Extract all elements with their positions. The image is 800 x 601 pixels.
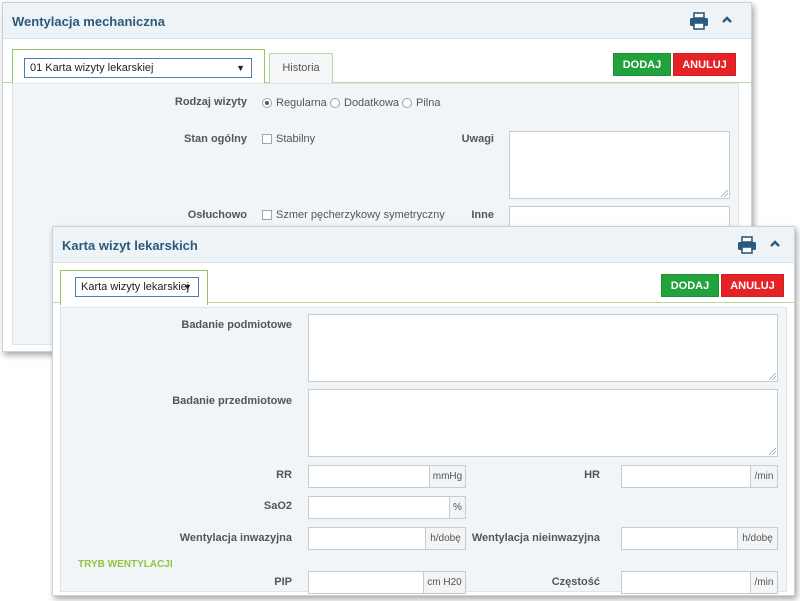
notes-textarea[interactable] — [509, 131, 730, 199]
hr-input[interactable]: /min — [621, 465, 778, 488]
radio-additional[interactable] — [330, 98, 340, 108]
noninvasive-ventilation-unit: h/dobę — [737, 528, 777, 549]
pip-unit: cm H20 — [423, 572, 465, 593]
printer-icon[interactable] — [737, 236, 757, 254]
back-form-select-value: 01 Karta wizyty lekarskiej — [30, 62, 154, 74]
subjective-exam-label: Badanie podmiotowe — [181, 319, 292, 331]
notes-label: Uwagi — [461, 133, 494, 145]
stable-checkbox-label: Stabilny — [276, 133, 316, 145]
vesicular-murmur-checkbox[interactable] — [262, 210, 272, 220]
frequency-label: Częstość — [551, 576, 600, 588]
radio-urgent-label: Pilna — [416, 97, 441, 109]
radio-regular-label: Regularna — [276, 97, 327, 109]
vesicular-murmur-label: Szmer pęcherzykowy symetryczny — [276, 209, 445, 221]
objective-exam-label: Badanie przedmiotowe — [172, 395, 292, 407]
front-panel-title: Karta wizyt lekarskich — [62, 238, 198, 253]
tab-history[interactable]: Historia — [269, 53, 333, 83]
front-cancel-button[interactable]: ANULUJ — [721, 274, 784, 297]
radio-additional-label: Dodatkowa — [344, 97, 400, 109]
frequency-input[interactable]: /min — [621, 571, 778, 594]
hr-label: HR — [584, 469, 600, 481]
front-tab-form[interactable]: Karta wizyty lekarskiej ▼ — [60, 270, 208, 305]
invasive-ventilation-input[interactable]: h/dobę — [308, 527, 466, 550]
radio-urgent[interactable] — [402, 98, 412, 108]
frequency-unit: /min — [750, 572, 777, 593]
invasive-ventilation-unit: h/dobę — [425, 528, 465, 549]
other-label: Inne — [471, 209, 494, 221]
front-form-select-value: Karta wizyty lekarskiej — [81, 281, 190, 293]
back-panel-header: Wentylacja mechaniczna — [3, 3, 751, 39]
general-condition-label: Stan ogólny — [184, 133, 247, 145]
radio-regular[interactable] — [262, 98, 272, 108]
back-cancel-button[interactable]: ANULUJ — [673, 53, 736, 76]
dropdown-arrow-icon: ▼ — [236, 63, 245, 73]
invasive-ventilation-label: Wentylacja inwazyjna — [179, 532, 292, 544]
rr-label: RR — [276, 469, 292, 481]
auscultation-label: Osłuchowo — [187, 209, 247, 221]
noninvasive-ventilation-label: Wentylacja nieinwazyjna — [471, 532, 600, 544]
rr-unit: mmHg — [429, 466, 465, 487]
chevron-up-icon[interactable] — [769, 239, 781, 249]
stable-checkbox[interactable] — [262, 134, 272, 144]
subjective-exam-textarea[interactable] — [308, 314, 778, 382]
chevron-up-icon[interactable] — [721, 15, 733, 25]
hr-unit: /min — [750, 466, 777, 487]
sao2-label: SaO2 — [263, 500, 292, 512]
front-panel: Karta wizyt lekarskich Karta wizyty leka… — [52, 226, 795, 596]
front-tabbar: Karta wizyty lekarskiej ▼ DODAJ ANULUJ — [53, 263, 794, 305]
ventilation-mode-section: TRYB WENTYLACJI — [78, 559, 173, 570]
back-panel-title: Wentylacja mechaniczna — [12, 14, 165, 29]
sao2-input[interactable]: % — [308, 496, 466, 519]
back-form-select[interactable]: 01 Karta wizyty lekarskiej ▼ — [24, 58, 252, 78]
noninvasive-ventilation-input[interactable]: h/dobę — [621, 527, 778, 550]
objective-exam-textarea[interactable] — [308, 389, 778, 457]
pip-label: PIP — [274, 576, 292, 588]
visit-type-label: Rodzaj wizyty — [174, 96, 247, 108]
back-tabbar: 01 Karta wizyty lekarskiej ▼ Historia DO… — [3, 43, 751, 84]
pip-input[interactable]: cm H20 — [308, 571, 466, 594]
dropdown-arrow-icon: ▼ — [183, 282, 192, 292]
front-panel-header: Karta wizyt lekarskich — [53, 227, 794, 263]
front-add-button[interactable]: DODAJ — [661, 274, 719, 297]
front-form-body: Badanie podmiotowe Badanie przedmiotowe … — [60, 307, 787, 594]
rr-input[interactable]: mmHg — [308, 465, 466, 488]
printer-icon[interactable] — [689, 12, 709, 30]
back-add-button[interactable]: DODAJ — [613, 53, 671, 76]
sao2-unit: % — [449, 497, 465, 518]
front-form-select[interactable]: Karta wizyty lekarskiej ▼ — [75, 277, 199, 297]
back-tab-form[interactable]: 01 Karta wizyty lekarskiej ▼ — [12, 49, 265, 84]
